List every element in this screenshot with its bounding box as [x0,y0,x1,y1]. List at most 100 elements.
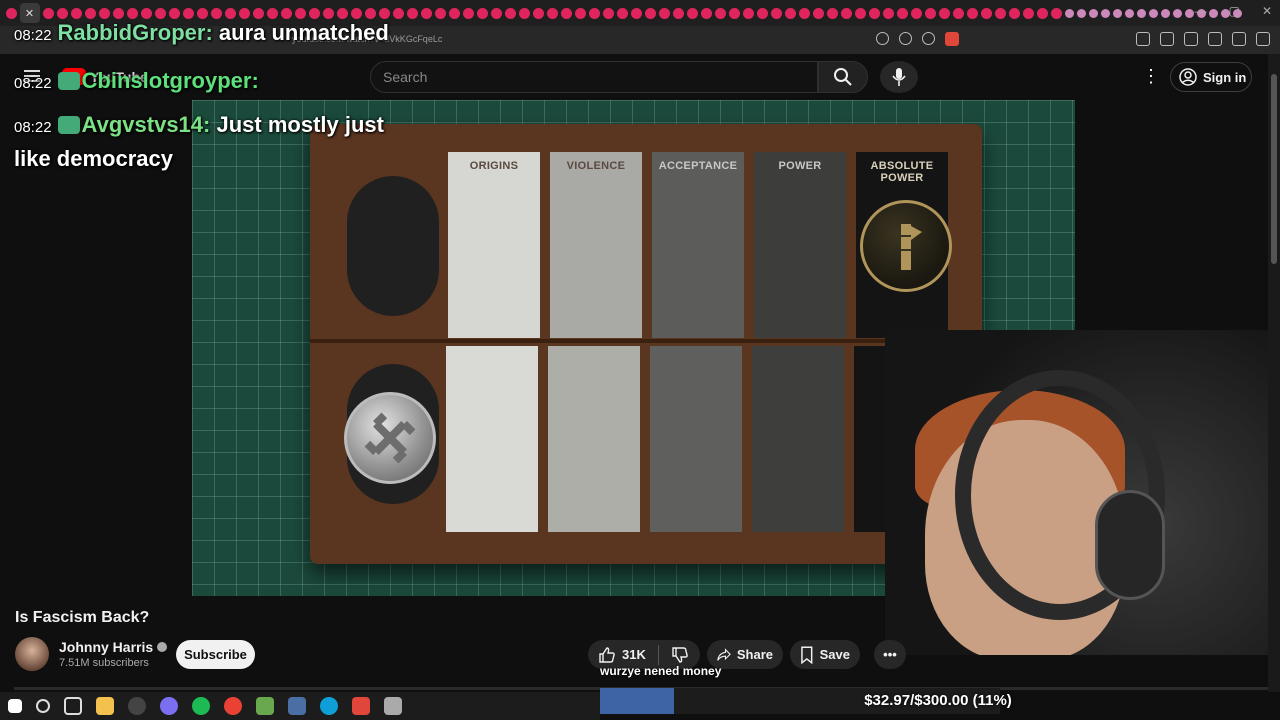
browser-tab[interactable] [252,7,264,19]
menu-icon[interactable] [1256,32,1270,46]
thumbs-down-icon[interactable] [671,646,689,664]
file-explorer-icon[interactable] [96,697,114,715]
browser-tab[interactable] [154,7,166,19]
browser-tab[interactable] [938,7,950,19]
browser-tab[interactable] [952,7,964,19]
browser-tab[interactable] [896,7,908,19]
screen-cast-icon[interactable] [899,32,912,45]
browser-tab[interactable] [994,7,1006,19]
share-page-icon[interactable] [922,32,935,45]
browser-tab[interactable] [910,7,922,19]
browser-tab[interactable] [336,7,348,19]
channel-avatar[interactable] [15,637,49,671]
brave-shields-icon[interactable] [945,32,959,46]
app2-icon[interactable] [384,697,402,715]
browser-tab[interactable] [644,7,656,19]
steam-icon[interactable] [288,697,306,715]
browser-tab[interactable] [224,7,236,19]
browser-tab[interactable] [630,7,642,19]
browser-tab[interactable] [462,7,474,19]
browser-tab[interactable] [574,7,586,19]
search-button[interactable] [818,61,868,93]
browser-tab[interactable] [1172,8,1182,18]
search-input[interactable]: Search [370,61,818,93]
browser-tab[interactable] [1036,7,1048,19]
browser-tab[interactable] [196,7,208,19]
edge-icon[interactable] [320,697,338,715]
browser-tab[interactable] [1148,8,1158,18]
browser-tab[interactable] [1022,7,1034,19]
browser-tab[interactable] [672,7,684,19]
brave-icon[interactable] [352,697,370,715]
spotify-icon[interactable] [192,697,210,715]
browser-tab[interactable] [210,7,222,19]
browser-tab[interactable] [588,7,600,19]
browser-tab[interactable] [406,7,418,19]
search-taskbar-icon[interactable] [36,699,50,713]
extensions-icon[interactable] [1136,32,1150,46]
task-view-icon[interactable] [64,697,82,715]
browser-tab[interactable] [1008,7,1020,19]
browser-tab[interactable] [980,7,992,19]
browser-tab[interactable] [70,7,82,19]
browser-tab[interactable] [490,7,502,19]
vpn-icon[interactable] [1232,32,1246,46]
browser-tab[interactable] [770,7,782,19]
browser-tab[interactable] [504,7,516,19]
browser-tab[interactable] [1076,8,1086,18]
browser-tab[interactable] [476,7,488,19]
browser-tab[interactable] [742,7,754,19]
browser-tab[interactable] [1112,8,1122,18]
browser-tab[interactable] [182,7,194,19]
browser-tab[interactable] [280,7,292,19]
sidebar-icon[interactable] [1184,32,1198,46]
browser-tab[interactable] [364,7,376,19]
browser-tab[interactable] [826,7,838,19]
browser-tab[interactable] [1160,8,1170,18]
voice-search-button[interactable] [880,61,918,93]
minimize-icon[interactable]: — [1195,4,1207,18]
tab-favicon[interactable] [5,7,17,19]
browser-tab[interactable] [1184,8,1194,18]
browser-tab[interactable] [322,7,334,19]
obs-icon[interactable] [128,697,146,715]
browser-tab[interactable] [420,7,432,19]
browser-tab[interactable] [126,7,138,19]
discord-icon[interactable] [160,697,178,715]
browser-tab[interactable] [700,7,712,19]
browser-tab[interactable] [658,7,670,19]
browser-tab[interactable] [1124,8,1134,18]
browser-tab[interactable] [518,7,530,19]
chrome-icon[interactable] [224,697,242,715]
thumbs-up-icon[interactable] [598,646,616,664]
browser-tab[interactable] [168,7,180,19]
browser-tab[interactable] [868,7,880,19]
browser-tab[interactable] [42,7,54,19]
browser-tab[interactable] [784,7,796,19]
browser-tab[interactable] [602,7,614,19]
browser-tab[interactable] [924,7,936,19]
more-actions-button[interactable]: ••• [874,640,906,669]
media-icon[interactable] [1160,32,1174,46]
maximize-icon[interactable]: ▢ [1229,4,1240,18]
browser-tab[interactable] [728,7,740,19]
browser-tab[interactable] [1100,8,1110,18]
browser-tab[interactable] [308,7,320,19]
scrollbar-thumb[interactable] [1271,74,1277,264]
wallet-icon[interactable] [1208,32,1222,46]
browser-tab[interactable] [98,7,110,19]
browser-tab[interactable] [616,7,628,19]
browser-tab[interactable] [350,7,362,19]
save-button[interactable]: Save [790,640,860,669]
browser-tab[interactable] [812,7,824,19]
browser-tab[interactable] [84,7,96,19]
browser-tab[interactable] [448,7,460,19]
browser-tab[interactable] [378,7,390,19]
settings-kebab-icon[interactable]: ⋮ [1142,66,1160,87]
app-icon[interactable] [256,697,274,715]
browser-tab[interactable] [966,7,978,19]
browser-tab[interactable] [532,7,544,19]
browser-tab[interactable] [1088,8,1098,18]
browser-tab[interactable] [1136,8,1146,18]
browser-tab[interactable] [546,7,558,19]
